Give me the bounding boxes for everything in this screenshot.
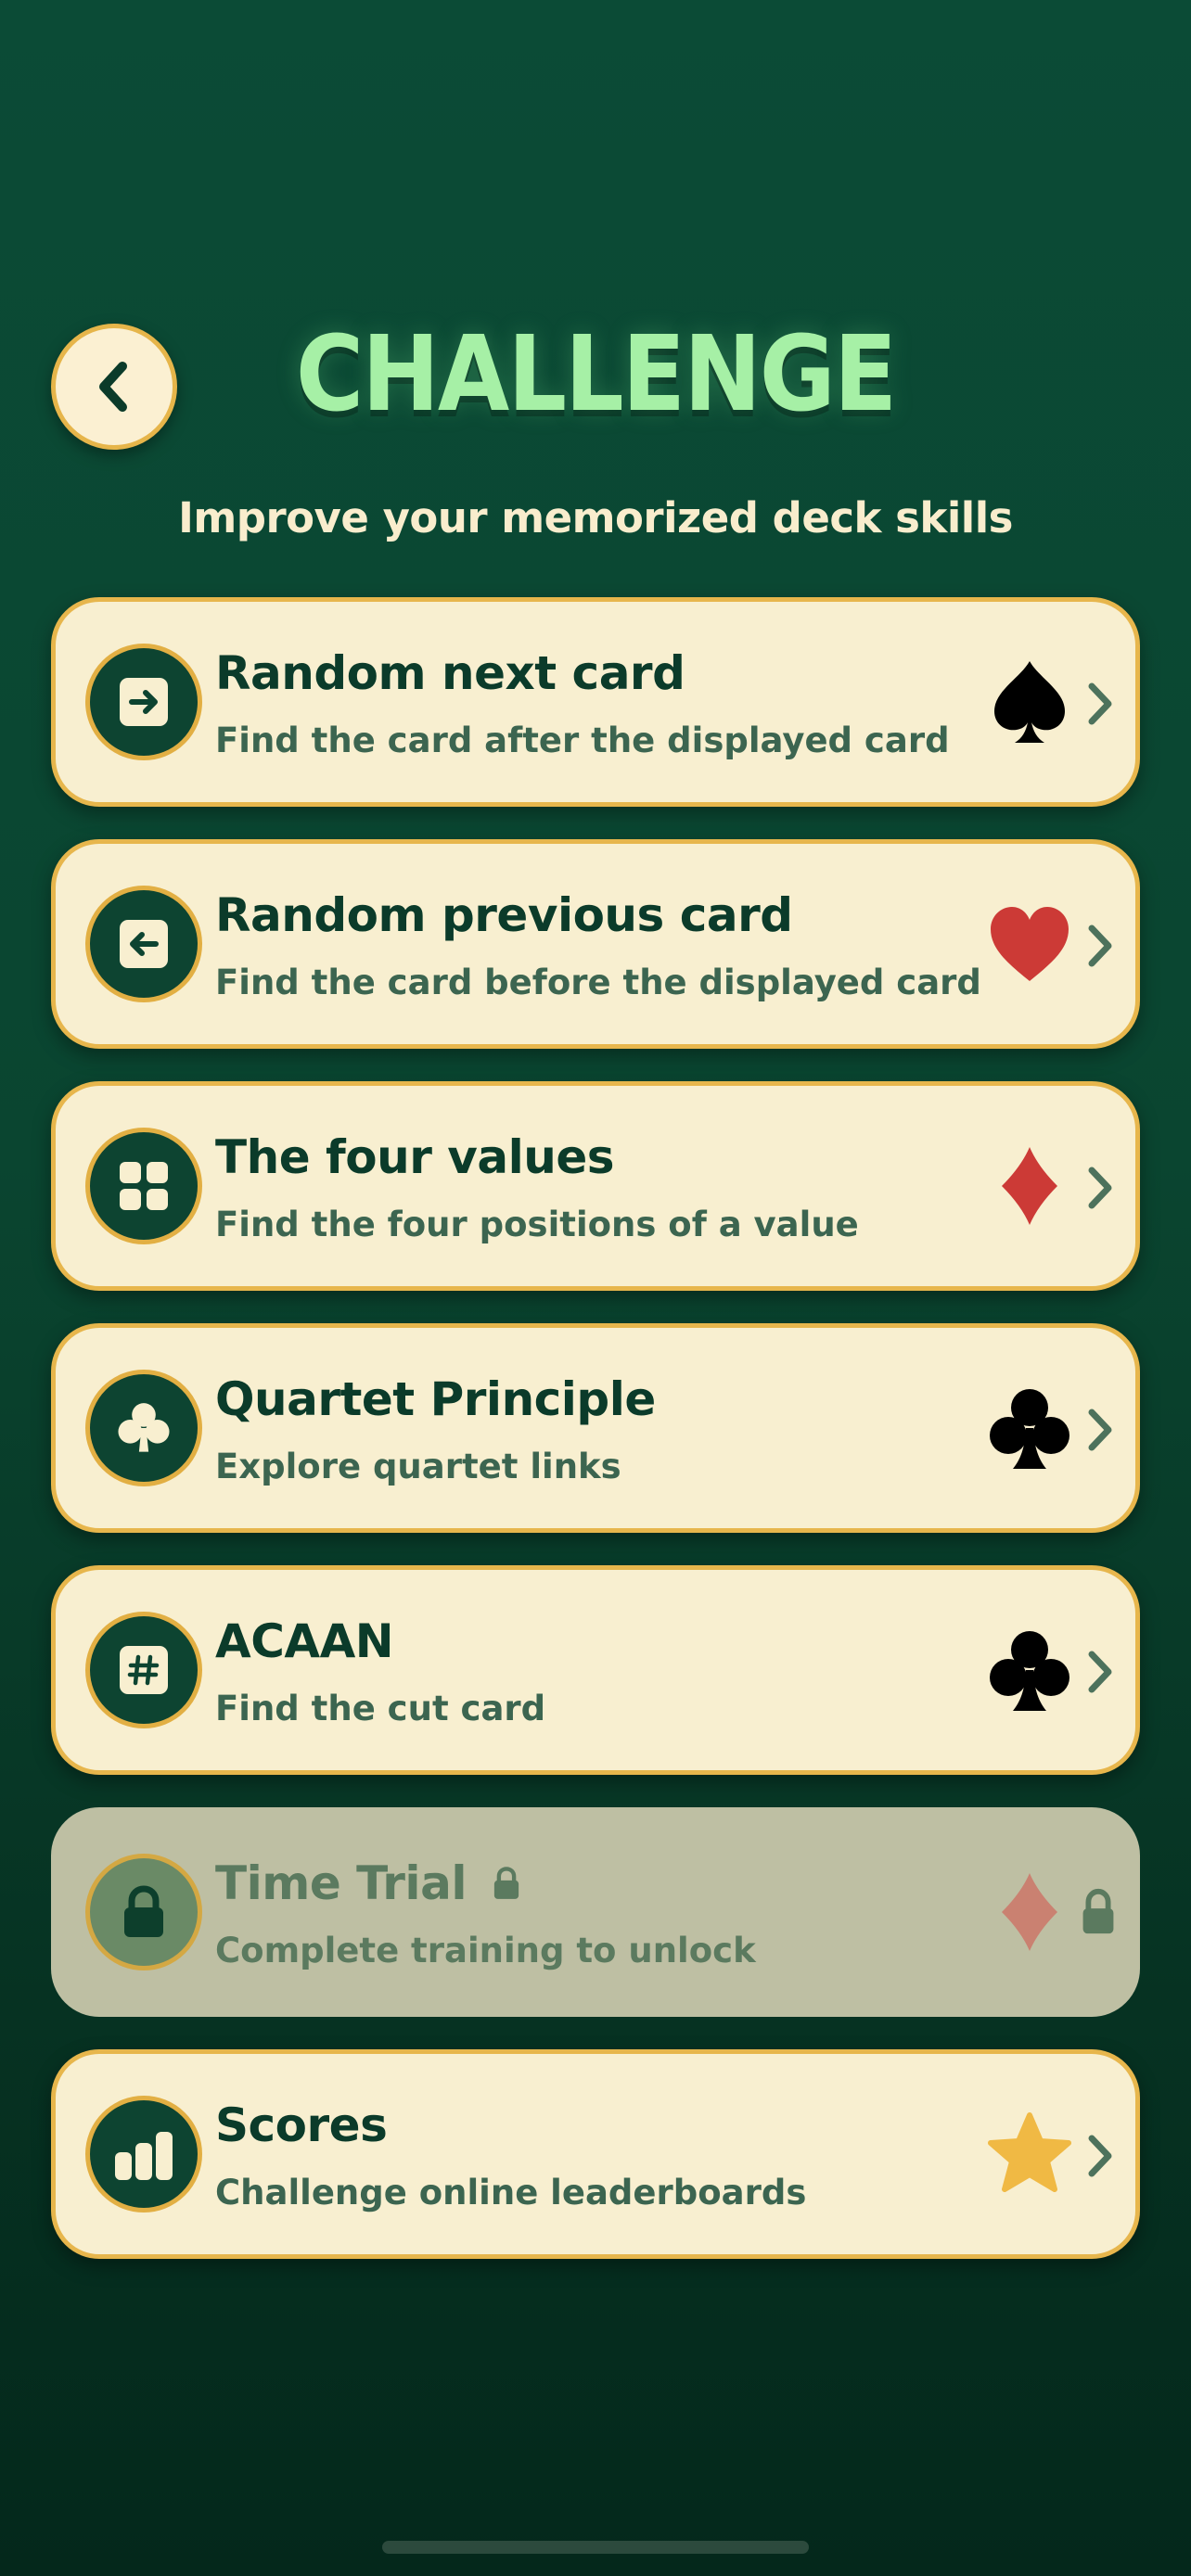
- page-title: CHALLENGE: [295, 312, 897, 436]
- lock-icon: [1082, 1888, 1114, 1934]
- diamond-icon: [1002, 1147, 1057, 1225]
- club-icon: [990, 1389, 1069, 1469]
- spade-icon: [994, 661, 1065, 743]
- arrow-right-icon: [120, 678, 168, 726]
- chevron-right-icon: [1088, 1409, 1112, 1451]
- menu-item-description: Complete training to unlock: [215, 1931, 756, 1970]
- home-indicator[interactable]: [382, 2541, 809, 2554]
- menu-item-four-values[interactable]: The four values Find the four positions …: [51, 1081, 1140, 1291]
- menu-item-title: Time Trial: [215, 1856, 520, 1910]
- menu-item-description: Find the four positions of a value: [215, 1205, 859, 1244]
- hash-icon: [120, 1646, 168, 1694]
- page-subtitle: Improve your memorized deck skills: [178, 493, 1013, 542]
- menu-item-random-next-card[interactable]: Random next card Find the card after the…: [51, 597, 1140, 807]
- grid-icon: [120, 1162, 168, 1210]
- chevron-right-icon: [1088, 682, 1112, 725]
- menu-item-title: The four values: [215, 1130, 615, 1184]
- menu-item-time-trial: Time Trial Complete training to unlock: [51, 1807, 1140, 2017]
- heart-icon: [991, 907, 1069, 981]
- menu-item-title: Scores: [215, 2098, 388, 2152]
- challenge-menu: Random next card Find the card after the…: [51, 597, 1140, 2291]
- menu-item-title: Random previous card: [215, 888, 793, 942]
- chevron-right-icon: [1088, 925, 1112, 967]
- lock-icon: [493, 1866, 519, 1899]
- star-icon: [988, 2112, 1071, 2192]
- chevron-right-icon: [1088, 1651, 1112, 1693]
- diamond-icon: [1002, 1873, 1057, 1951]
- menu-item-description: Explore quartet links: [215, 1447, 621, 1486]
- menu-item-scores[interactable]: Scores Challenge online leaderboards: [51, 2049, 1140, 2259]
- chevron-right-icon: [1088, 1167, 1112, 1209]
- club-icon: [118, 1403, 170, 1452]
- bar-chart-icon: [115, 2132, 173, 2180]
- menu-item-acaan[interactable]: ACAAN Find the cut card: [51, 1565, 1140, 1775]
- menu-item-random-previous-card[interactable]: Random previous card Find the card befor…: [51, 839, 1140, 1049]
- menu-item-description: Challenge online leaderboards: [215, 2173, 807, 2213]
- menu-item-description: Find the card before the displayed card: [215, 963, 981, 1002]
- chevron-right-icon: [1088, 2135, 1112, 2177]
- club-icon: [990, 1631, 1069, 1711]
- menu-item-title: Quartet Principle: [215, 1372, 656, 1426]
- lock-icon: [124, 1885, 163, 1937]
- menu-item-description: Find the cut card: [215, 1689, 546, 1728]
- menu-item-title: ACAAN: [215, 1614, 394, 1668]
- menu-item-quartet-principle[interactable]: Quartet Principle Explore quartet links: [51, 1323, 1140, 1533]
- menu-item-description: Find the card after the displayed card: [215, 721, 950, 760]
- arrow-left-icon: [120, 920, 168, 968]
- menu-item-title-text: Time Trial: [215, 1856, 467, 1910]
- menu-item-title: Random next card: [215, 646, 685, 700]
